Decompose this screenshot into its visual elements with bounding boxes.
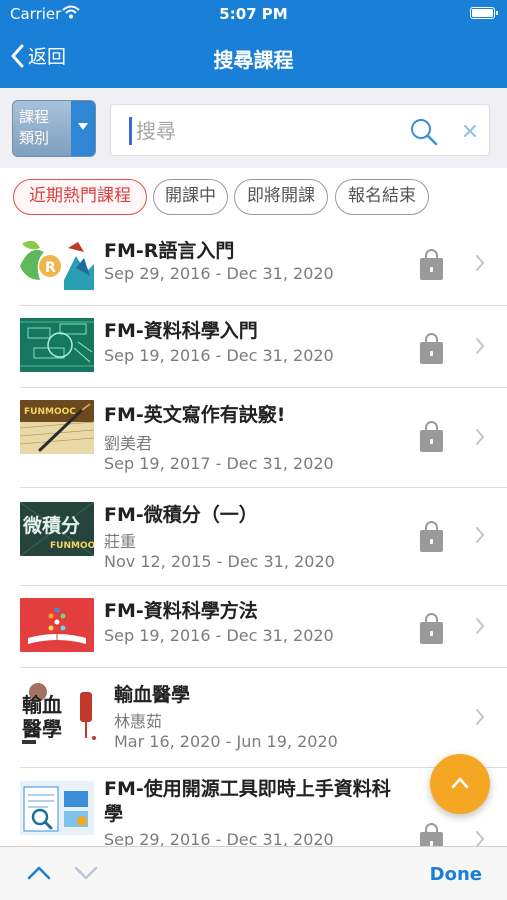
course-thumbnail (20, 598, 94, 652)
course-thumbnail (20, 781, 94, 835)
chevron-right-icon (476, 618, 485, 634)
search-icon[interactable] (409, 117, 439, 151)
chevron-right-icon (476, 709, 485, 725)
chevron-up-icon (451, 777, 469, 789)
course-row[interactable]: 微積分 FUNMOOC FM-微積分（一） 莊重 Nov 12, 2015 - … (0, 488, 507, 586)
course-title: FM-資料科學入門 (104, 320, 258, 342)
blood-thumb-text-2: 醫學 (22, 717, 62, 741)
course-dates: Sep 29, 2016 - Dec 31, 2020 (104, 264, 334, 283)
lock-icon (420, 613, 443, 644)
course-row[interactable]: FM-資料科學入門 Sep 19, 2016 - Dec 31, 2020 (0, 306, 507, 388)
course-thumbnail: 輸血 醫學 (20, 682, 104, 748)
category-dropdown[interactable]: 課程類別 (12, 100, 96, 157)
status-bar: Carrier 5:07 PM (0, 0, 507, 28)
course-thumbnail: 微積分 FUNMOOC (20, 502, 94, 556)
chip-open[interactable]: 開課中 (153, 179, 228, 215)
chevron-right-icon (476, 255, 485, 271)
screen: Carrier 5:07 PM 返回 搜尋課程 課程類別 搜尋 近期熱門課程 開… (0, 0, 507, 900)
next-field-icon[interactable] (74, 864, 98, 882)
calculus-thumb-text: 微積分 (22, 514, 80, 537)
lock-icon (420, 521, 443, 552)
course-title: FM-使用開源工具即時上手資料科學 (104, 778, 391, 825)
funmooc-logo: FUNMOOC (24, 407, 76, 417)
battery-icon (470, 7, 498, 19)
chip-upcoming[interactable]: 即將開課 (234, 179, 328, 215)
chevron-right-icon (476, 527, 485, 543)
course-title: FM-微積分（一） (104, 504, 258, 526)
status-time: 5:07 PM (219, 5, 288, 23)
course-dates: Sep 19, 2016 - Dec 31, 2020 (104, 346, 334, 365)
chevron-right-icon (476, 338, 485, 354)
chip-enrollment-closed[interactable]: 報名結束 (335, 179, 429, 215)
chevron-right-icon (476, 831, 485, 846)
course-dates: Mar 16, 2020 - Jun 19, 2020 (114, 732, 338, 751)
dropdown-arrow-icon (71, 101, 95, 156)
text-cursor (129, 117, 132, 145)
status-filter-chips: 近期熱門課程 開課中 即將開課 報名結束 (0, 168, 507, 226)
course-dates: Nov 12, 2015 - Dec 31, 2020 (104, 552, 335, 571)
course-dates: Sep 19, 2016 - Dec 31, 2020 (104, 626, 334, 645)
previous-field-icon[interactable] (27, 864, 51, 882)
blood-thumb-text-1: 輸血 (22, 693, 62, 717)
keyboard-accessory-toolbar: Done (0, 846, 507, 900)
clear-icon[interactable] (462, 123, 478, 143)
done-button[interactable]: Done (430, 864, 482, 885)
course-instructor: 劉美君 (104, 434, 153, 453)
funmooc-logo: FUNMOOC (50, 541, 94, 551)
search-input[interactable] (136, 115, 396, 147)
category-dropdown-label: 課程類別 (19, 108, 50, 147)
course-instructor: 莊重 (104, 532, 137, 551)
course-row[interactable]: R FM-R語言入門 Sep 29, 2016 - Dec 31, 2020 (0, 226, 507, 306)
course-title: FM-英文寫作有訣竅! (104, 404, 286, 426)
course-thumbnail: R (20, 236, 94, 290)
page-title: 搜尋課程 (213, 48, 294, 72)
course-title: 輸血醫學 (114, 684, 191, 706)
navigation-bar: 返回 搜尋課程 (0, 28, 507, 88)
course-title: FM-資料科學方法 (104, 600, 258, 622)
course-title: FM-R語言入門 (104, 240, 235, 262)
course-dates: Sep 29, 2016 - Dec 31, 2020 (104, 830, 334, 846)
filter-bar: 課程類別 (0, 88, 507, 168)
chip-popular-courses[interactable]: 近期熱門課程 (13, 179, 147, 215)
svg-text:R: R (45, 260, 56, 276)
course-dates: Sep 19, 2017 - Dec 31, 2020 (104, 454, 334, 473)
course-thumbnail: FUNMOOC (20, 400, 94, 454)
course-thumbnail (20, 318, 94, 372)
course-instructor: 林惠茹 (114, 712, 163, 731)
course-list: R FM-R語言入門 Sep 29, 2016 - Dec 31, 2020 F… (0, 226, 507, 846)
lock-icon (420, 333, 443, 364)
chevron-right-icon (476, 429, 485, 445)
lock-icon (420, 421, 443, 452)
scroll-to-top-button[interactable] (430, 754, 490, 814)
course-row[interactable]: FUNMOOC FM-英文寫作有訣竅! 劉美君 Sep 19, 2017 - D… (0, 388, 507, 488)
course-row[interactable]: FM-資料科學方法 Sep 19, 2016 - Dec 31, 2020 (0, 586, 507, 668)
lock-icon (420, 249, 443, 280)
course-row[interactable]: 輸血 醫學 輸血醫學 林惠茹 Mar 16, 2020 - Jun 19, 20… (0, 668, 507, 768)
search-box (110, 104, 490, 156)
lock-icon (420, 823, 443, 846)
